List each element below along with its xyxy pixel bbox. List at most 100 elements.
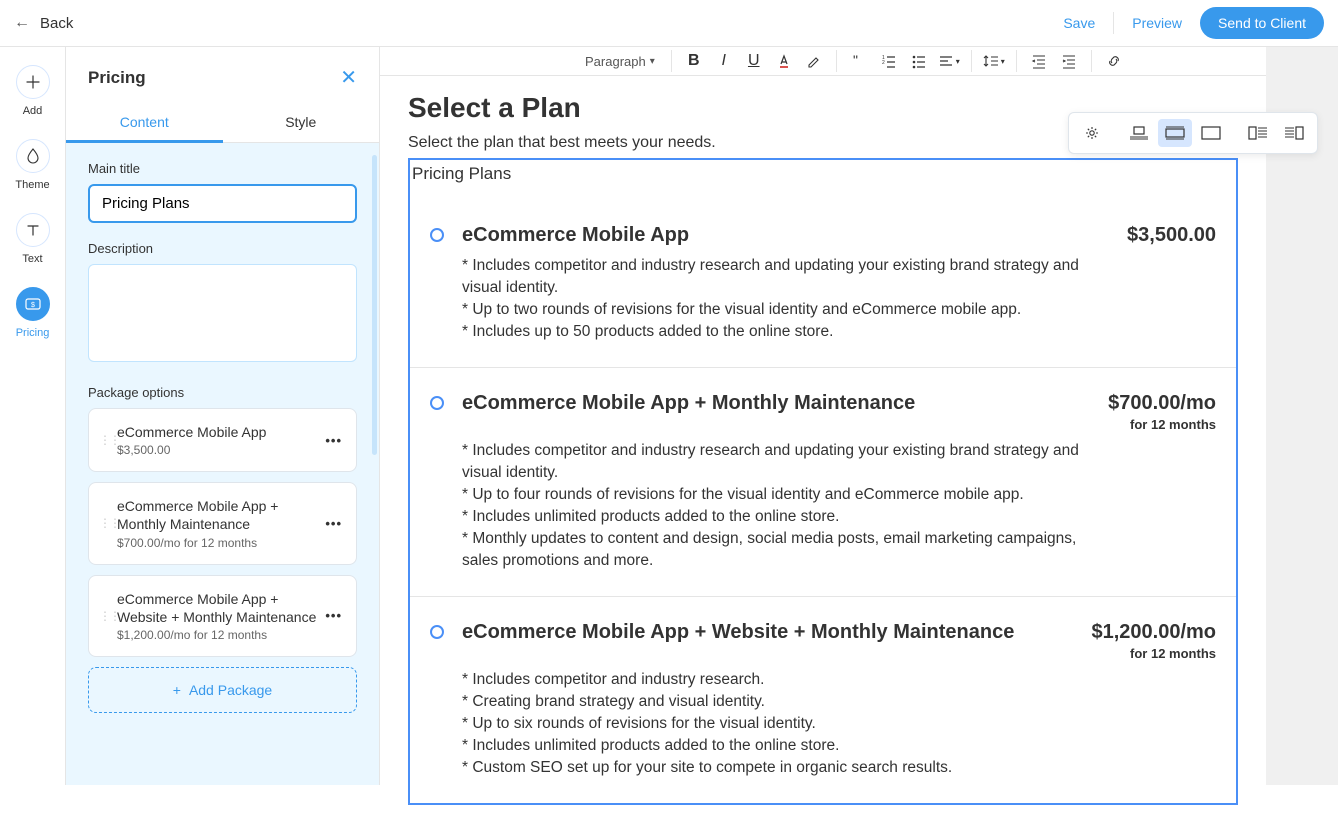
block-settings-button[interactable] [1075,119,1109,147]
plan-term: for 12 months [1108,417,1216,432]
drag-handle-icon[interactable]: ⋮⋮ [99,516,111,530]
indent-increase-button[interactable] [1055,47,1083,75]
bullet: * Includes up to 50 products added to th… [462,321,1102,343]
drag-handle-icon[interactable]: ⋮⋮ [99,433,111,447]
topbar-actions: Save Preview Send to Client [1063,7,1324,39]
panel-header: Pricing ✕ [66,47,379,102]
chevron-down-icon: ▾ [1001,57,1005,66]
add-package-label: Add Package [189,682,272,698]
plan-radio[interactable] [430,625,444,639]
description-input[interactable] [88,264,357,362]
plan-radio[interactable] [430,396,444,410]
numbered-list-button[interactable]: 12 [875,47,903,75]
package-price: $1,200.00/mo for 12 months [117,628,319,642]
package-card[interactable]: ⋮⋮ eCommerce Mobile App + Monthly Mainte… [88,482,357,564]
bold-button[interactable]: B [680,47,708,75]
package-price: $700.00/mo for 12 months [117,536,319,550]
wrap-right-button[interactable] [1277,119,1311,147]
plan-name: eCommerce Mobile App + Website + Monthly… [462,621,1014,644]
bullet: * Creating brand strategy and visual ide… [462,691,1102,713]
package-card[interactable]: ⋮⋮ eCommerce Mobile App + Website + Mont… [88,575,357,657]
more-icon[interactable]: ••• [325,516,342,531]
add-package-button[interactable]: + Add Package [88,667,357,713]
send-to-client-button[interactable]: Send to Client [1200,7,1324,39]
plan-name: eCommerce Mobile App [462,224,689,247]
scrollbar[interactable] [372,155,377,455]
rail-item-pricing[interactable]: $ Pricing [16,287,50,339]
layout-option-2[interactable] [1158,119,1192,147]
panel-body-scroll[interactable]: Main title Description Package options ⋮… [66,143,379,785]
pricing-block-title: Pricing Plans [410,160,1236,194]
quote-button[interactable]: " [845,47,873,75]
line-spacing-button[interactable]: ▾ [980,47,1008,75]
close-icon[interactable]: ✕ [340,65,357,90]
bullet: * Up to four rounds of revisions for the… [462,484,1102,506]
drag-handle-icon[interactable]: ⋮⋮ [99,609,111,623]
bullet: * Includes competitor and industry resea… [462,440,1102,484]
rail-item-add[interactable]: Add [16,65,50,117]
paragraph-style-dropdown[interactable]: Paragraph ▾ [577,50,663,73]
plan-row: eCommerce Mobile App + Monthly Maintenan… [410,367,1236,596]
plus-icon: + [173,682,181,698]
more-icon[interactable]: ••• [325,608,342,623]
left-rail: Add Theme Text $ Pricing [0,47,66,785]
wrap-left-button[interactable] [1241,119,1275,147]
layout-option-1[interactable] [1122,119,1156,147]
layout-option-3[interactable] [1194,119,1228,147]
rail-label: Add [23,105,43,117]
tab-content[interactable]: Content [66,102,223,142]
preview-link[interactable]: Preview [1132,15,1182,31]
plan-bullets: * Includes competitor and industry resea… [462,440,1102,572]
save-link[interactable]: Save [1063,15,1095,31]
bullet: * Custom SEO set up for your site to com… [462,757,1102,779]
highlight-button[interactable] [800,47,828,75]
pricing-block[interactable]: Pricing Plans eCommerce Mobile App $3,50… [408,158,1238,805]
text-color-button[interactable] [770,47,798,75]
panel-title: Pricing [88,68,146,88]
svg-text:2: 2 [882,60,885,66]
settings-panel: Pricing ✕ Content Style Main title Descr… [66,47,380,785]
rail-label: Text [22,253,42,265]
bullet: * Includes competitor and industry resea… [462,669,1102,691]
main-title-input[interactable] [88,184,357,223]
plan-radio[interactable] [430,228,444,242]
divider [1113,12,1114,34]
package-name: eCommerce Mobile App [117,423,319,441]
plan-price: $1,200.00/mo [1091,621,1216,644]
arrow-left-icon: ← [14,14,30,32]
rail-item-text[interactable]: Text [16,213,50,265]
paragraph-label: Paragraph [585,54,646,69]
bullet-list-button[interactable] [905,47,933,75]
back-button[interactable]: ← Back [14,14,73,32]
package-options-label: Package options [88,385,357,400]
package-price: $3,500.00 [117,443,319,457]
package-card[interactable]: ⋮⋮ eCommerce Mobile App $3,500.00 ••• [88,408,357,472]
rail-item-theme[interactable]: Theme [15,139,49,191]
editor-toolbar: Paragraph ▾ B I U " 12 [380,47,1266,76]
bullet: * Monthly updates to content and design,… [462,528,1102,572]
separator [671,50,672,72]
separator [971,50,972,72]
document: Select a Plan Select the plan that best … [380,76,1266,821]
pricing-icon: $ [16,287,50,321]
plan-name: eCommerce Mobile App + Monthly Maintenan… [462,392,915,415]
chevron-down-icon: ▾ [650,56,655,67]
align-button[interactable]: ▾ [935,47,963,75]
separator [836,50,837,72]
panel-tabs: Content Style [66,102,379,143]
link-button[interactable] [1100,47,1128,75]
plus-icon [16,65,50,99]
plan-bullets: * Includes competitor and industry resea… [462,255,1102,343]
more-icon[interactable]: ••• [325,433,342,448]
tab-style[interactable]: Style [223,102,380,142]
underline-button[interactable]: U [740,47,768,75]
plan-price: $3,500.00 [1127,224,1216,247]
plan-list: eCommerce Mobile App $3,500.00 * Include… [410,194,1236,803]
canvas: Paragraph ▾ B I U " 12 [380,47,1338,785]
plan-row: eCommerce Mobile App $3,500.00 * Include… [410,194,1236,367]
topbar: ← Back Save Preview Send to Client [0,0,1338,47]
bullet: * Includes unlimited products added to t… [462,506,1102,528]
indent-decrease-button[interactable] [1025,47,1053,75]
droplet-icon [16,139,50,173]
italic-button[interactable]: I [710,47,738,75]
